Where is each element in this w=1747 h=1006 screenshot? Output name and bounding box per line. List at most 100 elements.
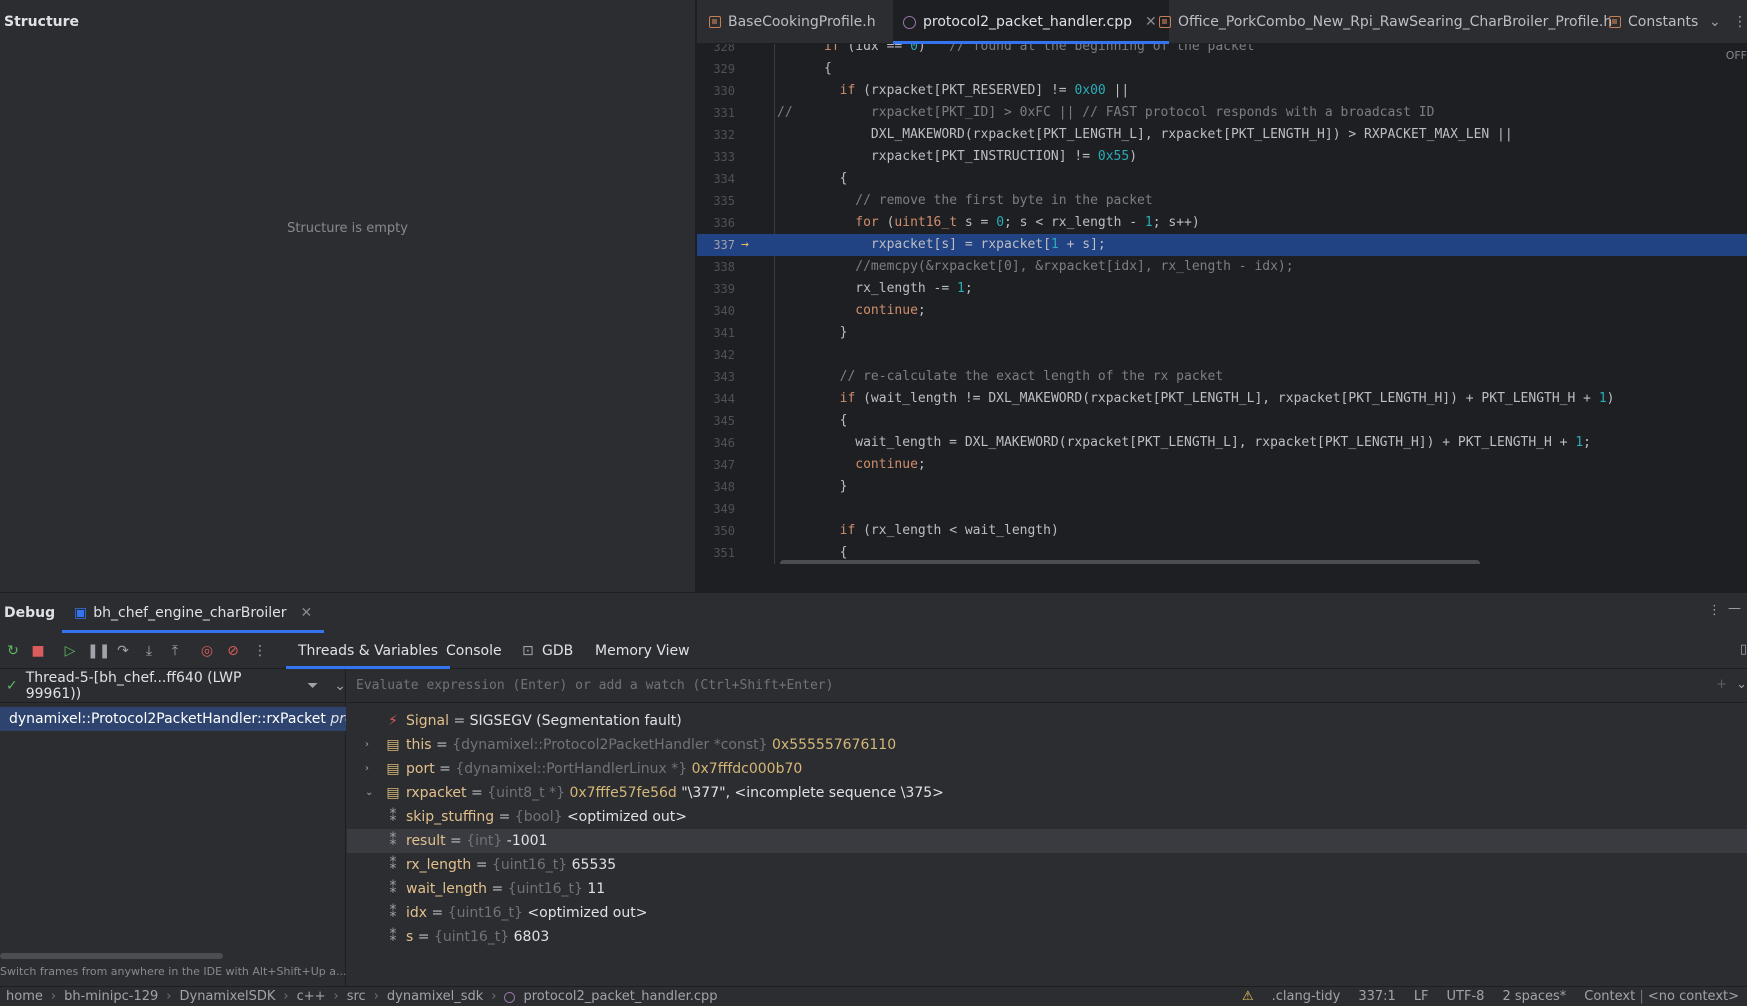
resume-icon[interactable]: ▷ (61, 642, 79, 660)
tab-memory-view[interactable]: Memory View (583, 633, 702, 669)
variable-row-idx[interactable]: ⁑ idx = {uint16_t} <optimized out> (347, 901, 1747, 925)
line-number[interactable]: 337 (697, 234, 735, 256)
line-number[interactable]: 338 (697, 256, 735, 278)
breadcrumb-item[interactable]: src (347, 989, 366, 1004)
step-over-icon[interactable]: ↷ (114, 642, 132, 660)
line-number[interactable]: 341 (697, 322, 735, 344)
line-number[interactable]: 348 (697, 476, 735, 498)
line-number[interactable]: 346 (697, 432, 735, 454)
breakpoints-icon[interactable]: ◎ (198, 642, 216, 660)
code-line[interactable]: 348 } (697, 476, 1747, 498)
file-encoding[interactable]: UTF-8 (1447, 989, 1485, 1004)
line-number[interactable]: 331 (697, 102, 735, 124)
code-line[interactable]: 345 { (697, 410, 1747, 432)
line-number[interactable]: 339 (697, 278, 735, 300)
line-number[interactable]: 329 (697, 58, 735, 80)
line-number[interactable]: 336 (697, 212, 735, 234)
indent-setting[interactable]: 2 spaces* (1502, 989, 1566, 1004)
mute-breakpoints-icon[interactable]: ⊘ (224, 642, 242, 660)
code-line[interactable]: 346 wait_length = DXL_MAKEWORD(rxpacket[… (697, 432, 1747, 454)
code-line[interactable]: 336 for (uint16_t s = 0; s < rx_length -… (697, 212, 1747, 234)
chevron-down-icon[interactable]: ⌄ (334, 678, 346, 694)
line-number[interactable]: 349 (697, 498, 735, 520)
code-line[interactable]: 331 // rxpacket[PKT_ID] > 0xFC || // FAST… (697, 102, 1747, 124)
rerun-icon[interactable]: ↻ (4, 642, 22, 660)
code-line[interactable]: 334 { (697, 168, 1747, 190)
breadcrumb-item[interactable]: dynamixel_sdk (387, 989, 483, 1004)
breadcrumb-item[interactable]: c++ (297, 989, 326, 1004)
tab-constants[interactable]: Constants (1609, 0, 1698, 44)
tab-console[interactable]: Console (434, 633, 514, 669)
code-line[interactable]: 335 // remove the first byte in the pack… (697, 190, 1747, 212)
line-number[interactable]: 344 (697, 388, 735, 410)
variable-row-port[interactable]: › ▤ port = {dynamixel::PortHandlerLinux *}… (347, 757, 1747, 781)
code-line[interactable]: 330 if (rxpacket[PKT_RESERVED] != 0x00 |… (697, 80, 1747, 102)
context-label[interactable]: Context | <no context> (1584, 989, 1739, 1004)
chevron-right-icon[interactable]: › (365, 757, 377, 781)
tab-threads-variables[interactable]: Threads & Variables (286, 633, 451, 669)
line-number[interactable]: 334 (697, 168, 735, 190)
code-line[interactable]: 332 DXL_MAKEWORD(rxpacket[PKT_LENGTH_L],… (697, 124, 1747, 146)
stack-frame-item[interactable]: dynamixel::Protocol2PacketHandler::rxPac… (0, 707, 346, 731)
variable-row-rxpacket[interactable]: ⌄ ▤ rxpacket = {uint8_t *} 0x7fffe57fe56d … (347, 781, 1747, 805)
tab-protocol2-packet-handler[interactable]: protocol2_packet_handler.cpp ✕ (893, 0, 1169, 44)
layout-icon[interactable]: ▯ (1740, 642, 1747, 657)
code-area[interactable]: 328 if (idx == 0) // found at the beginn… (697, 44, 1747, 564)
code-line[interactable]: 339 rx_length -= 1; (697, 278, 1747, 300)
evaluate-expression-input[interactable]: Evaluate expression (Enter) or add a wat… (347, 669, 1747, 703)
code-line[interactable]: 350 if (rx_length < wait_length) (697, 520, 1747, 542)
debug-session-tab[interactable]: ▣ bh_chef_engine_charBroiler ✕ (62, 593, 325, 633)
code-line[interactable]: 328 if (idx == 0) // found at the beginn… (697, 44, 1747, 58)
breadcrumb-item[interactable]: bh-minipc-129 (64, 989, 158, 1004)
thread-selector[interactable]: ✓ Thread-5-[bh_chef...ff640 (LWP 99961))… (0, 669, 346, 703)
code-line[interactable]: 349 (697, 498, 1747, 520)
variable-row-s[interactable]: ⁑ s = {uint16_t} 6803 (347, 925, 1747, 949)
close-icon[interactable]: ✕ (301, 605, 313, 621)
line-number[interactable]: 328 (697, 44, 735, 58)
line-number[interactable]: 335 (697, 190, 735, 212)
breadcrumb-item[interactable]: home (6, 989, 43, 1004)
line-number[interactable]: 343 (697, 366, 735, 388)
step-out-icon[interactable]: ⤒ (166, 642, 184, 660)
code-line[interactable]: 343 // re-calculate the exact length of … (697, 366, 1747, 388)
line-number[interactable]: 345 (697, 410, 735, 432)
editor-horizontal-scrollbar[interactable] (780, 560, 1480, 564)
close-icon[interactable]: ✕ (1145, 14, 1157, 30)
code-line[interactable]: 340 continue; (697, 300, 1747, 322)
line-number[interactable]: 333 (697, 146, 735, 168)
more-icon[interactable]: ⋮ (251, 642, 269, 660)
tabs-more-icon[interactable]: ⋮ (1733, 0, 1747, 44)
warning-icon[interactable]: ⚠ (1242, 989, 1254, 1004)
line-separator[interactable]: LF (1414, 989, 1429, 1004)
minimize-icon[interactable]: — (1728, 601, 1741, 616)
chevron-down-icon[interactable]: ⌄ (1736, 677, 1747, 692)
line-number[interactable]: 332 (697, 124, 735, 146)
breadcrumb-item[interactable]: DynamixelSDK (179, 989, 275, 1004)
more-icon[interactable]: ⋮ (1708, 603, 1721, 618)
line-number[interactable]: 350 (697, 520, 735, 542)
line-number[interactable]: 330 (697, 80, 735, 102)
code-line[interactable]: 338 //memcpy(&rxpacket[0], &rxpacket[idx… (697, 256, 1747, 278)
code-line[interactable]: 341 } (697, 322, 1747, 344)
variable-row-Signal[interactable]: ⚡ Signal = SIGSEGV (Segmentation fault) (347, 709, 1747, 733)
variable-row-rx-length[interactable]: ⁑ rx_length = {uint16_t} 65535 (347, 853, 1747, 877)
code-line[interactable]: 333 rxpacket[PKT_INSTRUCTION] != 0x55) (697, 146, 1747, 168)
tab-gdb[interactable]: ⊡ GDB (522, 633, 585, 669)
line-number[interactable]: 342 (697, 344, 735, 366)
code-line[interactable]: 347 continue; (697, 454, 1747, 476)
variable-row-this[interactable]: › ▤ this = {dynamixel::Protocol2PacketHand… (347, 733, 1747, 757)
chevron-right-icon[interactable]: › (365, 733, 377, 757)
code-line[interactable]: 342 (697, 344, 1747, 366)
pause-icon[interactable]: ❚❚ (87, 642, 110, 660)
variable-row-wait-length[interactable]: ⁑ wait_length = {uint16_t} 11 (347, 877, 1747, 901)
add-watch-icon[interactable]: + (1716, 677, 1727, 692)
filter-icon[interactable]: ⏷ (307, 678, 318, 694)
code-line[interactable]: 329 { (697, 58, 1747, 80)
tab-basecookingprofile[interactable]: BaseCookingProfile.h (709, 0, 876, 44)
frames-horizontal-scrollbar[interactable] (0, 953, 223, 959)
line-number[interactable]: 351 (697, 542, 735, 564)
tabs-overflow-chevron-down-icon[interactable]: ⌄ (1709, 0, 1721, 44)
code-line[interactable]: 344 if (wait_length != DXL_MAKEWORD(rxpa… (697, 388, 1747, 410)
step-into-icon[interactable]: ⤓ (140, 642, 158, 660)
chevron-down-icon[interactable]: ⌄ (365, 781, 377, 805)
